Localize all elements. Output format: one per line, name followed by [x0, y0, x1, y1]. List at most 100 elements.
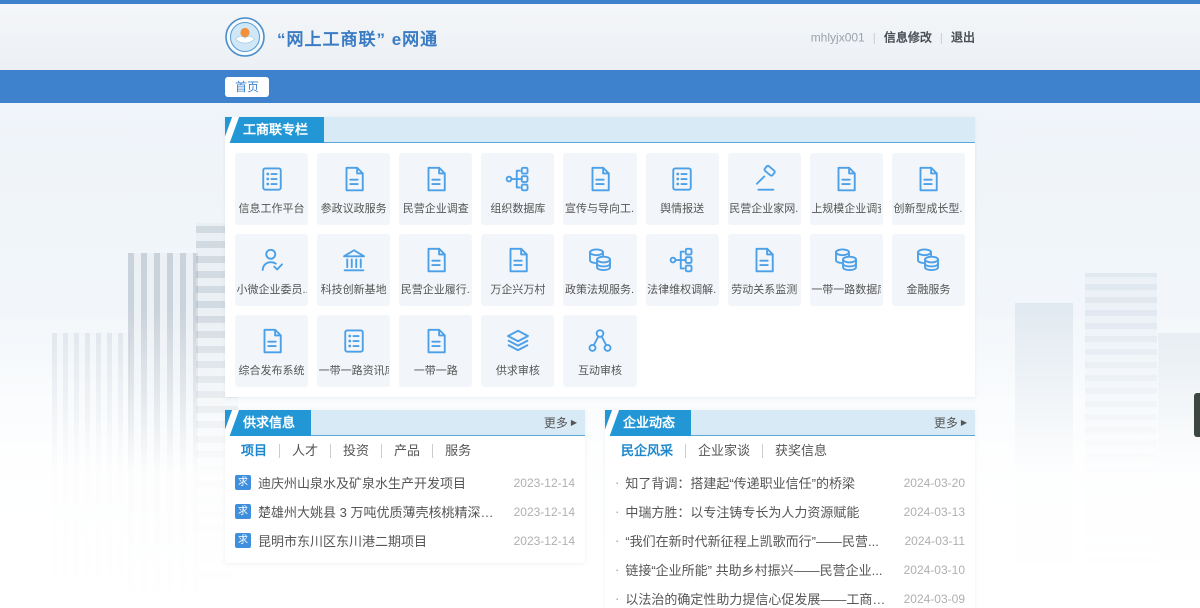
feature-tile-label: 金融服务: [906, 281, 950, 297]
feature-tile-label: 民营企业履行...: [401, 281, 471, 297]
database-icon: [912, 244, 944, 276]
floating-side-widget[interactable]: [1194, 393, 1200, 437]
feature-tile-label: 一带一路: [414, 362, 458, 378]
user-area: mhlyjx001 | 信息修改 | 退出: [811, 29, 975, 46]
feature-tile-label: 信息工作平台: [239, 200, 305, 216]
document-icon: [912, 163, 944, 195]
demand-badge: 求: [235, 533, 251, 548]
dynamics-panel-header: 企业动态 更多 ▶: [605, 410, 975, 436]
supply-item-title: 昆明市东川区东川港二期项目: [258, 531, 504, 550]
feature-tile[interactable]: 法律维权调解...: [646, 234, 719, 306]
feature-tile[interactable]: 舆情报送: [646, 153, 719, 225]
dynamics-item-title: 以法治的确定性助力提信心促发展——工商联...: [625, 589, 893, 608]
bank-icon: [338, 244, 370, 276]
supply-list-item[interactable]: 求 楚雄州大姚县 3 万吨优质薄壳核桃精深加工及科... 2023-12-14: [235, 497, 575, 526]
feature-tile[interactable]: 民营企业履行...: [399, 234, 472, 306]
dynamics-item-title: “我们在新时代新征程上凯歌而行”——民营...: [625, 531, 894, 550]
document-icon: [256, 325, 288, 357]
dynamics-list: · 知了背调：搭建起“传递职业信任”的桥梁 2024-03-20 · 中瑞方胜：…: [605, 466, 975, 608]
feature-tile[interactable]: 供求审核: [481, 315, 554, 387]
supply-list: 求 迪庆州山泉水及矿泉水生产开发项目 2023-12-14 求 楚雄州大姚县 3…: [225, 466, 585, 563]
supply-item-title: 迪庆州山泉水及矿泉水生产开发项目: [258, 473, 504, 492]
feature-tile[interactable]: 宣传与导向工...: [563, 153, 636, 225]
supply-tab[interactable]: 投资: [330, 444, 381, 458]
dynamics-tab[interactable]: 民企风采: [609, 444, 685, 458]
feature-tile[interactable]: 信息工作平台: [235, 153, 308, 225]
feature-tile-label: 一带一路资讯库: [319, 362, 389, 378]
dynamics-item-date: 2024-03-13: [904, 505, 965, 519]
home-nav-button[interactable]: 首页: [225, 77, 269, 97]
feature-tile-label: 一带一路数据库: [811, 281, 881, 297]
bullet-icon: ·: [615, 591, 619, 606]
gavel-icon: [748, 163, 780, 195]
dynamics-list-item[interactable]: · 知了背调：搭建起“传递职业信任”的桥梁 2024-03-20: [615, 468, 965, 497]
supply-tab[interactable]: 项目: [229, 444, 279, 458]
bullet-icon: ·: [615, 475, 619, 490]
supply-list-item[interactable]: 求 迪庆州山泉水及矿泉水生产开发项目 2023-12-14: [235, 468, 575, 497]
database-icon: [584, 244, 616, 276]
feature-tile[interactable]: 组织数据库: [481, 153, 554, 225]
supply-tab[interactable]: 产品: [381, 444, 432, 458]
feature-tile[interactable]: 民营企业家网...: [728, 153, 801, 225]
feature-tile[interactable]: 参政议政服务: [317, 153, 390, 225]
dynamics-tab[interactable]: 获奖信息: [762, 444, 839, 458]
dynamics-list-item[interactable]: · 以法治的确定性助力提信心促发展——工商联... 2024-03-09: [615, 584, 965, 608]
feature-tile-label: 舆情报送: [660, 200, 704, 216]
org-chart-icon: [666, 244, 698, 276]
supply-tab[interactable]: 服务: [432, 444, 483, 458]
demand-badge: 求: [235, 475, 251, 490]
dynamics-item-date: 2024-03-09: [904, 592, 965, 606]
feature-tile[interactable]: 万企兴万村: [481, 234, 554, 306]
feature-tile[interactable]: 民营企业调查: [399, 153, 472, 225]
feature-grid: 信息工作平台 参政议政服务 民营企业调查 组织数据库 宣传与导向工... 舆情报…: [225, 143, 975, 397]
document-icon: [420, 244, 452, 276]
dynamics-item-date: 2024-03-20: [904, 476, 965, 490]
feature-tile-label: 万企兴万村: [490, 281, 545, 297]
supply-tab[interactable]: 人才: [279, 444, 330, 458]
dynamics-more-link[interactable]: 更多 ▶: [934, 410, 967, 436]
feature-tile[interactable]: 科技创新基地: [317, 234, 390, 306]
site-title: “网上工商联” e网通: [277, 25, 438, 50]
feature-tile[interactable]: 小微企业委员...: [235, 234, 308, 306]
bullet-icon: ·: [615, 533, 619, 548]
dynamics-tabs: 民企风采 企业家谈 获奖信息: [605, 436, 975, 466]
feature-tile-label: 民营企业家网...: [729, 200, 799, 216]
document-icon: [748, 244, 780, 276]
bullet-icon: ·: [615, 504, 619, 519]
feature-tile-label: 供求审核: [496, 362, 540, 378]
site-logo-icon: [225, 17, 265, 57]
feature-tile-label: 创新型成长型...: [893, 200, 963, 216]
feature-tile[interactable]: 互动审核: [563, 315, 636, 387]
document-icon: [830, 163, 862, 195]
enterprise-dynamics-panel: 企业动态 更多 ▶ 民企风采 企业家谈 获奖信息 ·: [605, 410, 975, 608]
person-check-icon: [256, 244, 288, 276]
feature-tile[interactable]: 金融服务: [892, 234, 965, 306]
dynamics-list-item[interactable]: · “我们在新时代新征程上凯歌而行”——民营... 2024-03-11: [615, 526, 965, 555]
feature-tile[interactable]: 政策法规服务...: [563, 234, 636, 306]
dynamics-list-item[interactable]: · 中瑞方胜：以专注铸专长为人力资源赋能 2024-03-13: [615, 497, 965, 526]
supply-more-link[interactable]: 更多 ▶: [544, 410, 577, 436]
supply-panel-header: 供求信息 更多 ▶: [225, 410, 585, 436]
feature-tile[interactable]: 一带一路: [399, 315, 472, 387]
dynamics-item-title: 链接“企业所能” 共助乡村振兴——民营企业...: [625, 560, 893, 579]
features-panel-title: 工商联专栏: [225, 117, 324, 143]
feature-tile[interactable]: 上规模企业调查: [810, 153, 883, 225]
feature-tile[interactable]: 一带一路数据库: [810, 234, 883, 306]
username: mhlyjx001: [811, 30, 865, 44]
dynamics-item-title: 知了背调：搭建起“传递职业信任”的桥梁: [625, 473, 893, 492]
document-icon: [420, 325, 452, 357]
modify-info-link[interactable]: 信息修改: [884, 29, 932, 46]
feature-tile[interactable]: 综合发布系统: [235, 315, 308, 387]
dynamics-tab[interactable]: 企业家谈: [685, 444, 762, 458]
supply-list-item[interactable]: 求 昆明市东川区东川港二期项目 2023-12-14: [235, 526, 575, 555]
logout-link[interactable]: 退出: [951, 29, 975, 46]
org-chart-icon: [502, 163, 534, 195]
share-nodes-icon: [584, 325, 616, 357]
supply-item-title: 楚雄州大姚县 3 万吨优质薄壳核桃精深加工及科...: [258, 502, 504, 521]
features-panel-header: 工商联专栏: [225, 117, 975, 143]
feature-tile[interactable]: 一带一路资讯库: [317, 315, 390, 387]
dynamics-list-item[interactable]: · 链接“企业所能” 共助乡村振兴——民营企业... 2024-03-10: [615, 555, 965, 584]
feature-tile[interactable]: 创新型成长型...: [892, 153, 965, 225]
feature-tile[interactable]: 劳动关系监测: [728, 234, 801, 306]
more-arrow-icon: ▶: [961, 410, 967, 436]
